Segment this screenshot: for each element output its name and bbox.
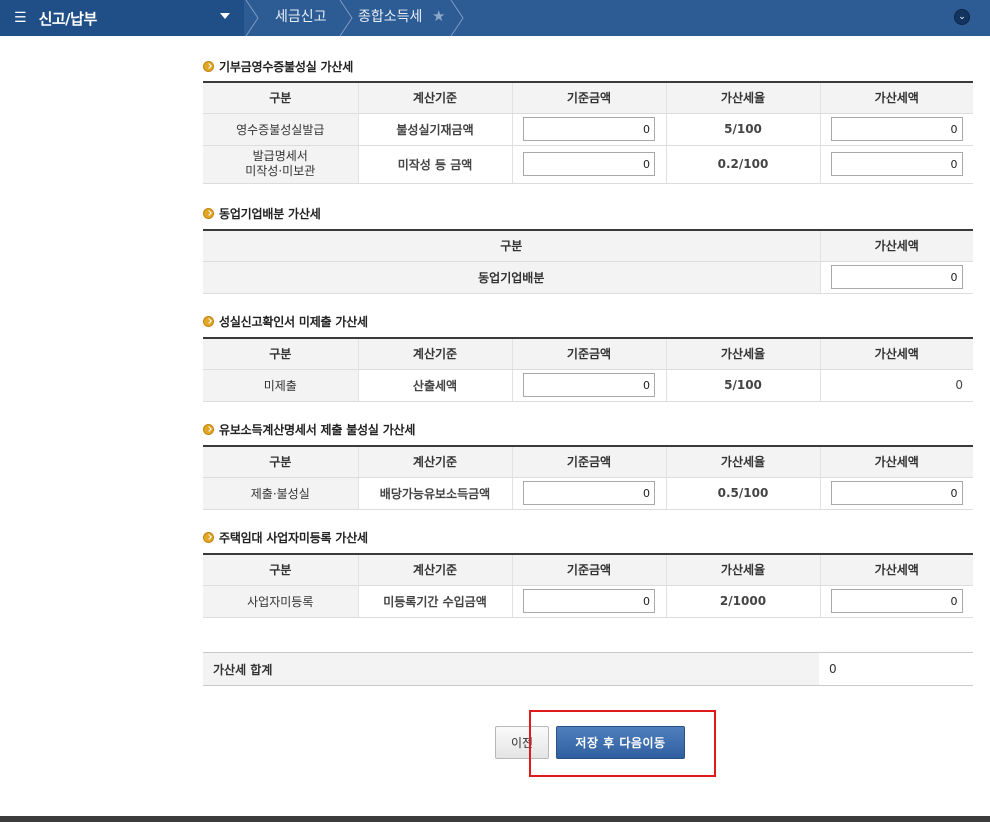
tax-amount-input[interactable] [830, 589, 963, 613]
menu-title: 신고/납부 [38, 9, 98, 28]
row-category: 미제출 [203, 369, 358, 402]
header-base-amount: 기준금액 [511, 554, 666, 586]
header-tax: 가산세액 [819, 82, 973, 114]
header-base-amount: 기준금액 [511, 338, 666, 370]
main-menu-toggle[interactable]: ☰ 신고/납부 [0, 0, 244, 36]
row-category: 동업기업배분 [203, 261, 820, 294]
base-amount-input[interactable] [523, 481, 655, 505]
tax-amount-input[interactable] [830, 117, 963, 141]
row-rate: 5/100 [665, 369, 820, 402]
row-category: 사업자미등록 [203, 585, 358, 618]
donation-receipt-table: 구분 계산기준 기준금액 가산세율 가산세액 영수증불성실발급 불성실기재금액 … [203, 81, 973, 184]
bullet-check-icon [203, 208, 214, 219]
base-amount-input[interactable] [523, 117, 655, 141]
header-tax: 가산세액 [819, 230, 973, 262]
header-basis: 계산기준 [357, 554, 512, 586]
favorite-star-icon[interactable]: ★ [432, 7, 445, 25]
row-category: 제출·불성실 [203, 477, 358, 510]
row-basis: 배당가능유보소득금액 [357, 477, 512, 510]
total-value: 0 [829, 662, 837, 676]
row-basis: 미작성 등 금액 [357, 145, 512, 184]
header-tax: 가산세액 [819, 446, 973, 478]
header-base-amount: 기준금액 [511, 446, 666, 478]
row-basis: 산출세액 [357, 369, 512, 402]
breadcrumb-item-income-tax[interactable]: 종합소득세 [358, 0, 422, 36]
top-nav-bar: ☰ 신고/납부 세금신고 종합소득세 ★ ⌄ [0, 0, 990, 36]
section-title-partnership: 동업기업배분 가산세 [203, 205, 321, 222]
header-category: 구분 [203, 446, 358, 478]
header-category: 구분 [203, 230, 820, 262]
row-category: 영수증불성실발급 [203, 113, 358, 146]
housing-rental-table: 구분 계산기준 기준금액 가산세율 가산세액 사업자미등록 미등록기간 수입금액… [203, 553, 973, 618]
header-base-amount: 기준금액 [511, 82, 666, 114]
breadcrumb-separator-icon [450, 0, 464, 36]
table-row: 발급명세서 미작성·미보관 미작성 등 금액 0.2/100 [203, 145, 973, 184]
section-title-retained-earnings: 유보소득계산명세서 제출 불성실 가산세 [203, 421, 415, 438]
bullet-check-icon [203, 316, 214, 327]
header-basis: 계산기준 [357, 446, 512, 478]
tax-amount-input[interactable] [830, 481, 963, 505]
base-amount-input[interactable] [523, 589, 655, 613]
header-basis: 계산기준 [357, 82, 512, 114]
total-label: 가산세 합계 [203, 652, 819, 686]
header-rate: 가산세율 [665, 338, 820, 370]
total-table: 가산세 합계 0 [203, 652, 973, 686]
table-row: 사업자미등록 미등록기간 수입금액 2/1000 [203, 585, 973, 618]
header-rate: 가산세율 [665, 554, 820, 586]
table-row: 영수증불성실발급 불성실기재금액 5/100 [203, 113, 973, 146]
sincere-report-table: 구분 계산기준 기준금액 가산세율 가산세액 미제출 산출세액 5/100 0 [203, 337, 973, 402]
section-title-housing-rental: 주택임대 사업자미등록 가산세 [203, 529, 368, 546]
save-and-next-button[interactable]: 저장 후 다음이동 [556, 726, 685, 759]
header-category: 구분 [203, 554, 358, 586]
partnership-table: 구분 가산세액 동업기업배분 [203, 229, 973, 294]
row-rate: 2/1000 [665, 585, 820, 618]
tax-amount-input[interactable] [830, 265, 963, 289]
breadcrumb-separator-icon [245, 0, 259, 36]
row-basis: 불성실기재금액 [357, 113, 512, 146]
tax-amount-input[interactable] [830, 152, 963, 176]
prev-button[interactable]: 이전 [495, 726, 549, 759]
header-tax: 가산세액 [819, 554, 973, 586]
footer-bar [0, 816, 990, 822]
row-category: 발급명세서 미작성·미보관 [203, 145, 358, 184]
base-amount-input[interactable] [523, 152, 655, 176]
breadcrumb-item-tax-filing[interactable]: 세금신고 [275, 0, 327, 36]
tax-amount-value: 0 [819, 369, 973, 402]
header-category: 구분 [203, 82, 358, 114]
breadcrumb-separator-icon [339, 0, 353, 36]
table-row: 미제출 산출세액 5/100 0 [203, 369, 973, 402]
header-rate: 가산세율 [665, 446, 820, 478]
base-amount-input[interactable] [523, 373, 655, 397]
table-row: 동업기업배분 [203, 261, 973, 294]
row-rate: 0.5/100 [665, 477, 820, 510]
bullet-check-icon [203, 61, 214, 72]
section-title-donation-receipt: 기부금영수증불성실 가산세 [203, 58, 353, 75]
retained-earnings-table: 구분 계산기준 기준금액 가산세율 가산세액 제출·불성실 배당가능유보소득금액… [203, 445, 973, 510]
header-tax: 가산세액 [819, 338, 973, 370]
header-category: 구분 [203, 338, 358, 370]
header-rate: 가산세율 [665, 82, 820, 114]
hamburger-icon: ☰ [14, 10, 27, 26]
bullet-check-icon [203, 532, 214, 543]
row-basis: 미등록기간 수입금액 [357, 585, 512, 618]
caret-down-icon [220, 13, 230, 19]
row-rate: 0.2/100 [665, 145, 820, 184]
table-row: 제출·불성실 배당가능유보소득금액 0.5/100 [203, 477, 973, 510]
section-title-sincere-report: 성실신고확인서 미제출 가산세 [203, 313, 368, 330]
expand-chevron-icon[interactable]: ⌄ [954, 9, 970, 25]
row-rate: 5/100 [665, 113, 820, 146]
header-basis: 계산기준 [357, 338, 512, 370]
bullet-check-icon [203, 424, 214, 435]
